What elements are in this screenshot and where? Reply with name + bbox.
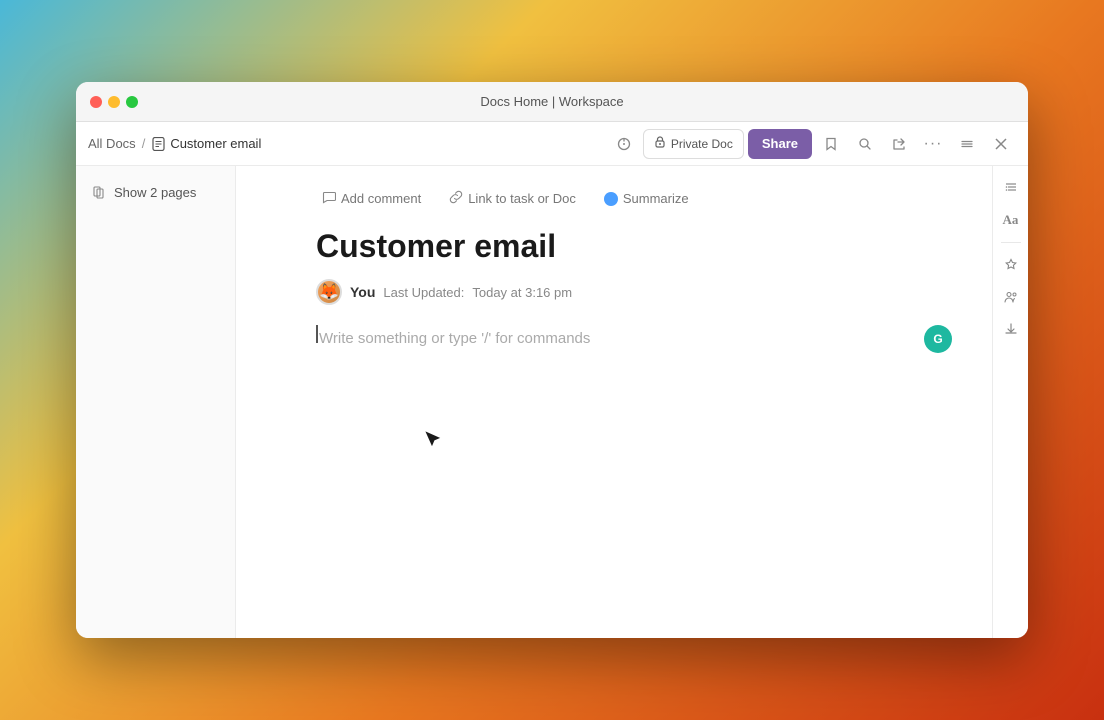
- close-button[interactable]: [90, 96, 102, 108]
- text-format-button[interactable]: Aa: [997, 206, 1025, 234]
- breadcrumb-separator: /: [142, 136, 146, 151]
- add-comment-button[interactable]: Add comment: [316, 186, 427, 211]
- summarize-button[interactable]: Summarize: [598, 187, 695, 210]
- minimize-button[interactable]: [108, 96, 120, 108]
- breadcrumb-current-label: Customer email: [170, 136, 261, 151]
- bookmark-button[interactable]: [816, 129, 846, 159]
- private-doc-label: Private Doc: [671, 137, 733, 151]
- summarize-label: Summarize: [623, 191, 689, 206]
- text-cursor: [316, 325, 318, 343]
- breadcrumb-parent[interactable]: All Docs: [88, 136, 136, 151]
- table-of-contents-button[interactable]: [997, 174, 1025, 202]
- breadcrumb: All Docs / Customer email: [88, 136, 261, 151]
- action-bar: Add comment Link to task or Doc Summariz…: [316, 186, 912, 211]
- link-icon: [449, 190, 463, 207]
- editor-placeholder: Write something or type '/' for commands: [319, 330, 590, 347]
- share-button[interactable]: Share: [748, 129, 812, 159]
- comment-icon: [322, 190, 336, 207]
- last-updated-value: Today at 3:16 pm: [472, 285, 572, 300]
- toolbar: All Docs / Customer email: [76, 122, 1028, 166]
- more-options-icon-btn[interactable]: [609, 129, 639, 159]
- add-comment-label: Add comment: [341, 191, 421, 206]
- window-title: Docs Home | Workspace: [480, 94, 623, 109]
- right-sidebar-divider: [1001, 242, 1021, 243]
- traffic-lights: [76, 96, 138, 108]
- search-button[interactable]: [850, 129, 880, 159]
- collaborators-button[interactable]: [997, 283, 1025, 311]
- author-name: You: [350, 284, 375, 300]
- pages-icon: [92, 184, 108, 200]
- last-updated-label: Last Updated:: [383, 285, 464, 300]
- lock-icon: [654, 136, 666, 151]
- document-title: Customer email: [316, 227, 912, 265]
- link-to-task-button[interactable]: Link to task or Doc: [443, 186, 582, 211]
- app-window: Docs Home | Workspace All Docs / Custome…: [76, 82, 1028, 638]
- breadcrumb-current: Customer email: [151, 136, 261, 151]
- export-button[interactable]: [884, 129, 914, 159]
- online-users-indicator: G: [924, 325, 952, 353]
- more-menu-button[interactable]: ···: [918, 129, 948, 159]
- show-pages-item[interactable]: Show 2 pages: [84, 178, 227, 206]
- avatar: [316, 279, 342, 305]
- collapse-button[interactable]: [952, 129, 982, 159]
- doc-file-icon: [151, 137, 165, 151]
- main-area: Show 2 pages Add comment: [76, 166, 1028, 638]
- editor-area[interactable]: Write something or type '/' for commands…: [316, 325, 912, 525]
- titlebar: Docs Home | Workspace: [76, 82, 1028, 122]
- summarize-icon: [604, 192, 618, 206]
- right-sidebar: Aa: [992, 166, 1028, 638]
- maximize-button[interactable]: [126, 96, 138, 108]
- private-doc-button[interactable]: Private Doc: [643, 129, 744, 159]
- left-sidebar: Show 2 pages: [76, 166, 236, 638]
- author-row: You Last Updated: Today at 3:16 pm: [316, 279, 912, 305]
- window-close-button[interactable]: [986, 129, 1016, 159]
- link-to-task-label: Link to task or Doc: [468, 191, 576, 206]
- document-content[interactable]: Add comment Link to task or Doc Summariz…: [236, 166, 992, 638]
- show-pages-label: Show 2 pages: [114, 185, 196, 200]
- toolbar-actions: Private Doc Share ···: [609, 129, 1016, 159]
- favorites-button[interactable]: [997, 251, 1025, 279]
- download-button[interactable]: [997, 315, 1025, 343]
